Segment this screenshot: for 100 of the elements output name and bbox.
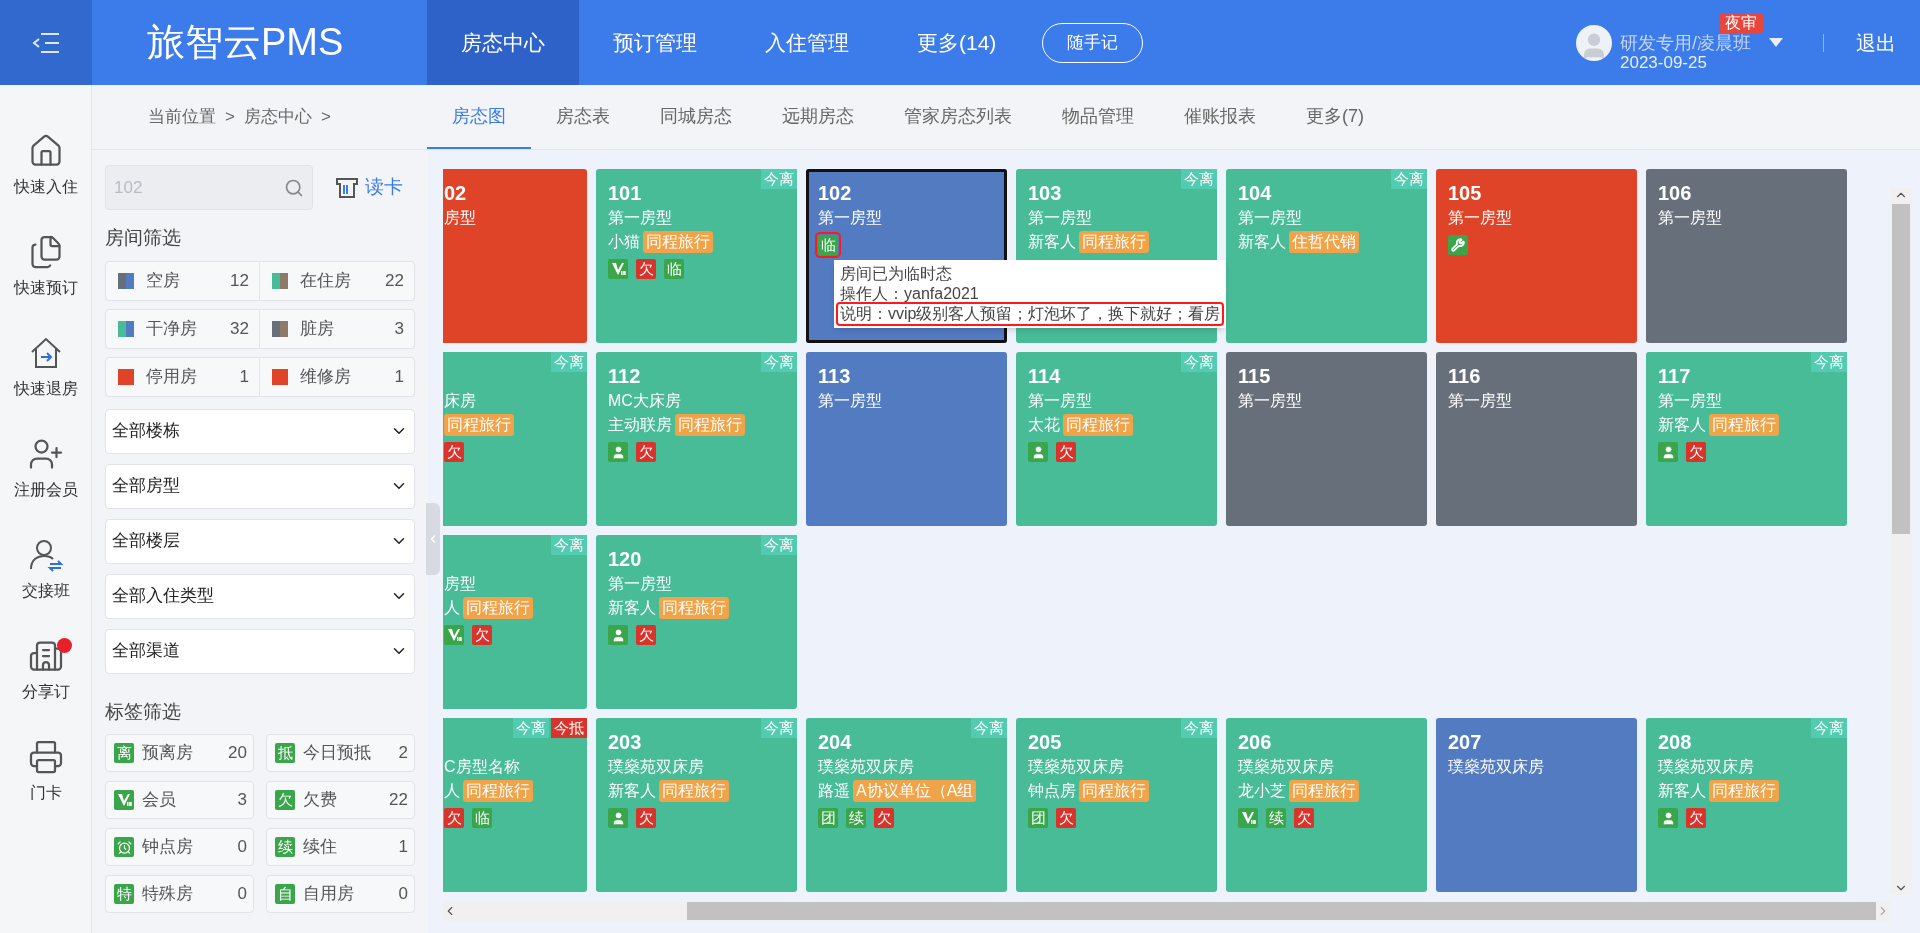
sub-tab[interactable]: 物品管理 xyxy=(1037,85,1159,149)
quick-nav-item[interactable]: 门卡 xyxy=(5,739,86,803)
room-card[interactable]: 113 第一房型 xyxy=(806,352,1007,526)
room-card[interactable]: 今离 床房 同程旅行 欠 xyxy=(443,352,587,526)
menu-button[interactable] xyxy=(0,0,92,85)
room-type: 第一房型 xyxy=(1448,208,1512,228)
room-type: 璞燊苑双床房 xyxy=(608,757,704,777)
tag-filter-item[interactable]: 续 续住 1 xyxy=(266,828,415,866)
room-filter-item[interactable]: 在住房 22 xyxy=(260,260,415,301)
clock-icon xyxy=(114,837,134,857)
room-number: 112 xyxy=(608,364,641,388)
room-card[interactable]: 105 第一房型 xyxy=(1436,169,1637,343)
room-type: 璞燊苑双床房 xyxy=(1238,757,1334,777)
quick-nav-item[interactable]: 快速预订 xyxy=(5,234,86,298)
room-card[interactable]: 今离 101 第一房型 小猫 同程旅行 欠 临 xyxy=(596,169,797,343)
tag-filter-item[interactable]: 自 自用房 0 xyxy=(266,875,415,913)
room-card[interactable]: 106 第一房型 xyxy=(1646,169,1847,343)
room-card[interactable]: 今离 120 第一房型 新客人 同程旅行 欠 xyxy=(596,535,797,709)
nav-tab[interactable]: 更多(14) xyxy=(883,0,1031,85)
room-filter-item[interactable]: 维修房 1 xyxy=(260,356,415,397)
caret-icon[interactable] xyxy=(1769,38,1783,47)
room-card[interactable]: 今离 117 第一房型 新客人 同程旅行 欠 xyxy=(1646,352,1847,526)
quick-nav-item[interactable]: 快速入住 xyxy=(5,133,86,197)
sub-tab[interactable]: 同城房态 xyxy=(635,85,757,149)
channel-tag: 同程旅行 xyxy=(659,780,729,802)
dropdown[interactable]: 全部楼栋 xyxy=(105,408,415,454)
nav-tab[interactable]: 预订管理 xyxy=(579,0,731,85)
channel-tag: 同程旅行 xyxy=(659,597,729,619)
room-filter-item[interactable]: 空房 12 xyxy=(105,260,260,301)
breadcrumb-item: 房态中心 xyxy=(243,106,312,129)
room-status-badge: 欠 xyxy=(1294,808,1314,828)
nav-tab[interactable]: 房态中心 xyxy=(427,0,579,85)
tag-filter-item[interactable]: 欠 欠费 22 xyxy=(266,781,415,819)
room-card[interactable]: 今离 112 MC大床房 主动联房 同程旅行 欠 xyxy=(596,352,797,526)
room-card[interactable]: 今离 205 璞燊苑双床房 钟点房 同程旅行 团 欠 xyxy=(1016,718,1217,892)
room-type: MC大床房 xyxy=(608,391,681,411)
dropdown[interactable]: 全部房型 xyxy=(105,463,415,509)
person-icon xyxy=(608,625,628,645)
quick-nav-item[interactable]: 交接班 xyxy=(5,537,86,601)
room-filter-item[interactable]: 干净房 32 xyxy=(105,308,260,349)
quick-nav-item[interactable]: 快速退房 xyxy=(5,335,86,399)
room-status-badge: 团 xyxy=(1028,808,1048,828)
tag-filter-item[interactable]: 离 预离房 20 xyxy=(105,734,254,772)
room-status-badge: 欠 xyxy=(1686,442,1706,462)
room-card[interactable]: 今离 203 璞燊苑双床房 新客人 同程旅行 欠 xyxy=(596,718,797,892)
horizontal-scrollbar[interactable] xyxy=(443,901,1890,921)
room-number: 102 xyxy=(818,181,852,205)
tag-filter-item[interactable]: 特 特殊房 0 xyxy=(105,875,254,913)
sub-tab[interactable]: 催账报表 xyxy=(1159,85,1281,149)
room-type: 第一房型 xyxy=(1238,208,1302,228)
room-card[interactable]: 02 房型 xyxy=(443,169,587,343)
logout-link[interactable]: 退出 xyxy=(1856,27,1896,58)
room-card[interactable]: 今离 今抵 C房型名称 人 同程旅行 欠 临 xyxy=(443,718,587,892)
tag-filter-item[interactable]: 钟点房 0 xyxy=(105,828,254,866)
nav-tab[interactable]: 入住管理 xyxy=(731,0,883,85)
dropdown[interactable]: 全部渠道 xyxy=(105,628,415,674)
breadcrumb-separator: > xyxy=(320,106,331,129)
person-icon xyxy=(608,808,628,828)
guest-name: 新客人 xyxy=(1658,781,1706,801)
room-card[interactable]: 115 第一房型 xyxy=(1226,352,1427,526)
room-number: 115 xyxy=(1238,364,1271,388)
read-card-button[interactable]: 读卡 xyxy=(335,173,403,202)
corner-tag: 今离 xyxy=(761,535,797,555)
corner-tag: 今离 xyxy=(1181,718,1217,738)
sub-tab[interactable]: 远期房态 xyxy=(757,85,879,149)
dropdown[interactable]: 全部楼层 xyxy=(105,518,415,564)
room-type: 第一房型 xyxy=(1658,391,1722,411)
search-icon xyxy=(284,177,304,198)
tag-filter-item[interactable]: 会员 3 xyxy=(105,781,254,819)
room-card[interactable]: 今离 房型 人 同程旅行 欠 xyxy=(443,535,587,709)
sub-tab[interactable]: 管家房态列表 xyxy=(879,85,1037,149)
room-type: 第一房型 xyxy=(818,208,882,228)
dropdown[interactable]: 全部入住类型 xyxy=(105,573,415,619)
room-filter-item[interactable]: 停用房 1 xyxy=(105,356,260,397)
quick-nav-item[interactable]: 注册会员 xyxy=(5,436,86,500)
guest-name: 龙小芝 xyxy=(1238,781,1286,801)
room-status-badge: 欠 xyxy=(636,625,656,645)
channel-tag: 同程旅行 xyxy=(463,597,533,619)
tag-icon: 离 xyxy=(114,743,134,763)
sub-tab[interactable]: 更多(7) xyxy=(1281,85,1389,149)
vertical-scrollbar[interactable] xyxy=(1890,188,1912,895)
building-icon xyxy=(27,638,64,674)
room-number: 206 xyxy=(1238,730,1272,754)
room-number: 203 xyxy=(608,730,642,754)
room-card[interactable]: 206 璞燊苑双床房 龙小芝 同程旅行 续 欠 xyxy=(1226,718,1427,892)
room-type: 第一房型 xyxy=(608,208,672,228)
guest-name: 新客人 xyxy=(1658,415,1706,435)
room-number: 106 xyxy=(1658,181,1692,205)
room-filter-item[interactable]: 脏房 3 xyxy=(260,308,415,349)
room-card[interactable]: 今离 208 璞燊苑双床房 新客人 同程旅行 欠 xyxy=(1646,718,1847,892)
room-card[interactable]: 今离 204 璞燊苑双床房 路遥 A协议单位（A组 团 续 欠 xyxy=(806,718,1007,892)
sub-tab[interactable]: 房态表 xyxy=(531,85,635,149)
channel-tag: 同程旅行 xyxy=(643,231,713,253)
quick-nav-item[interactable]: 分享订 xyxy=(5,638,86,702)
collapse-handle[interactable] xyxy=(426,503,440,575)
corner-tag: 今抵 xyxy=(551,718,587,738)
room-card[interactable]: 116 第一房型 xyxy=(1436,352,1637,526)
room-card[interactable]: 207 璞燊苑双床房 xyxy=(1436,718,1637,892)
tag-filter-item[interactable]: 抵 今日预抵 2 xyxy=(266,734,415,772)
room-card[interactable]: 今离 114 第一房型 太花 同程旅行 欠 xyxy=(1016,352,1217,526)
